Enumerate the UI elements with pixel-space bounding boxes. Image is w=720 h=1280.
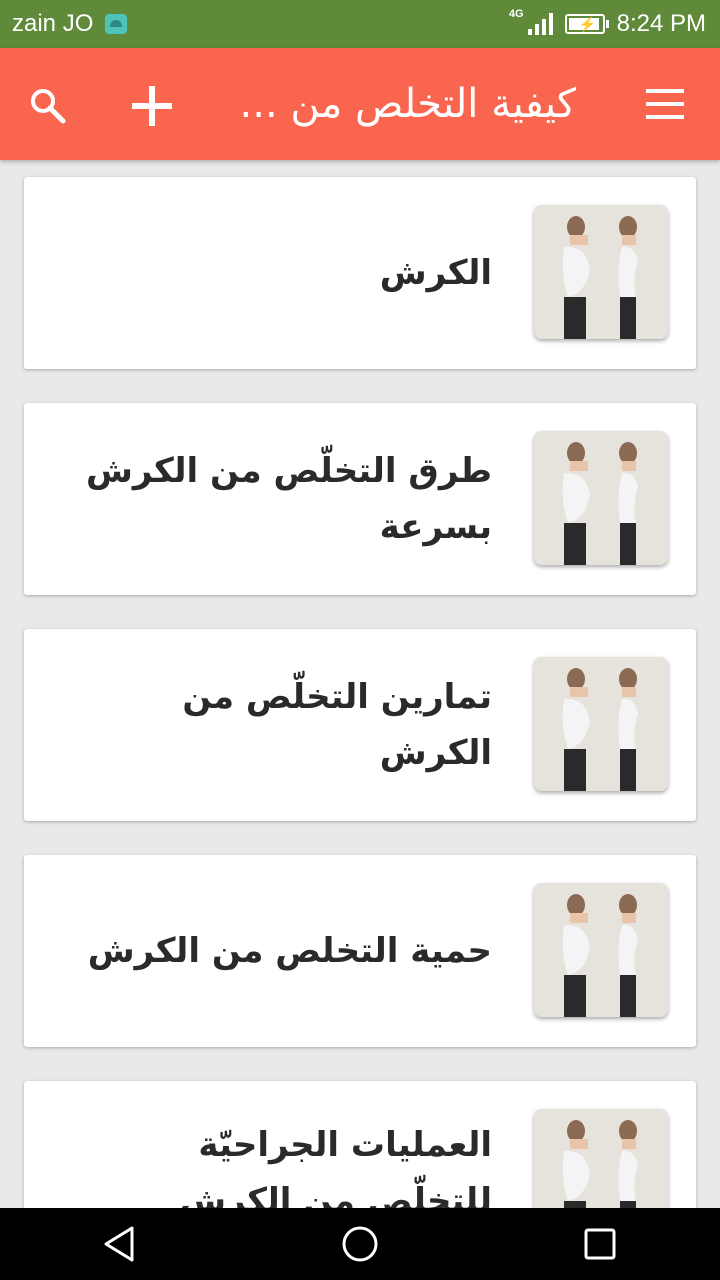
article-title: طرق التخلّص من الكرش بسرعة [85,451,492,547]
article-title: العمليات الجراحيّة للتخلّص من الكرش [179,1125,492,1208]
article-card[interactable]: العمليات الجراحيّة للتخلّص من الكرش [24,1081,696,1208]
battery-charging-icon: ⚡ [564,14,609,34]
article-thumbnail [534,883,668,1017]
page-title: كيفية التخلص من ... [239,81,576,127]
add-icon[interactable] [132,86,172,126]
status-left: zain JO [12,10,128,38]
article-thumbnail [534,205,668,339]
home-circle-icon[interactable] [330,1214,390,1274]
article-card[interactable]: تمارين التخلّص من الكرش [24,629,696,821]
back-triangle-icon[interactable] [90,1214,150,1274]
status-bar: zain JO 4G ⚡ 8:24 PM [0,0,720,48]
article-card[interactable]: الكرش [24,177,696,369]
article-card[interactable]: حمية التخلص من الكرش [24,855,696,1047]
article-thumbnail [534,657,668,791]
recents-square-icon[interactable] [570,1214,630,1274]
signal-strength-icon [527,13,553,35]
article-title: حمية التخلص من الكرش [87,931,492,971]
android-notification-icon [105,14,128,34]
status-right: 4G ⚡ 8:24 PM [508,8,706,38]
carrier-name: zain JO [12,10,94,37]
article-card[interactable]: طرق التخلّص من الكرش بسرعة [24,403,696,595]
article-thumbnail [534,431,668,565]
app-bar: كيفية التخلص من ... [0,48,720,160]
clock: 8:24 PM [616,10,706,37]
article-thumbnail [534,1109,668,1208]
hamburger-menu-icon[interactable] [646,89,684,119]
search-icon[interactable] [28,86,68,126]
article-title: تمارين التخلّص من الكرش [182,677,492,773]
network-type: 4G [508,8,524,20]
article-title: الكرش [379,253,492,293]
system-navigation-bar [0,1208,720,1280]
article-list: الكرش طرق التخلّص من الكرش بسرعة تمارين … [0,160,720,1208]
